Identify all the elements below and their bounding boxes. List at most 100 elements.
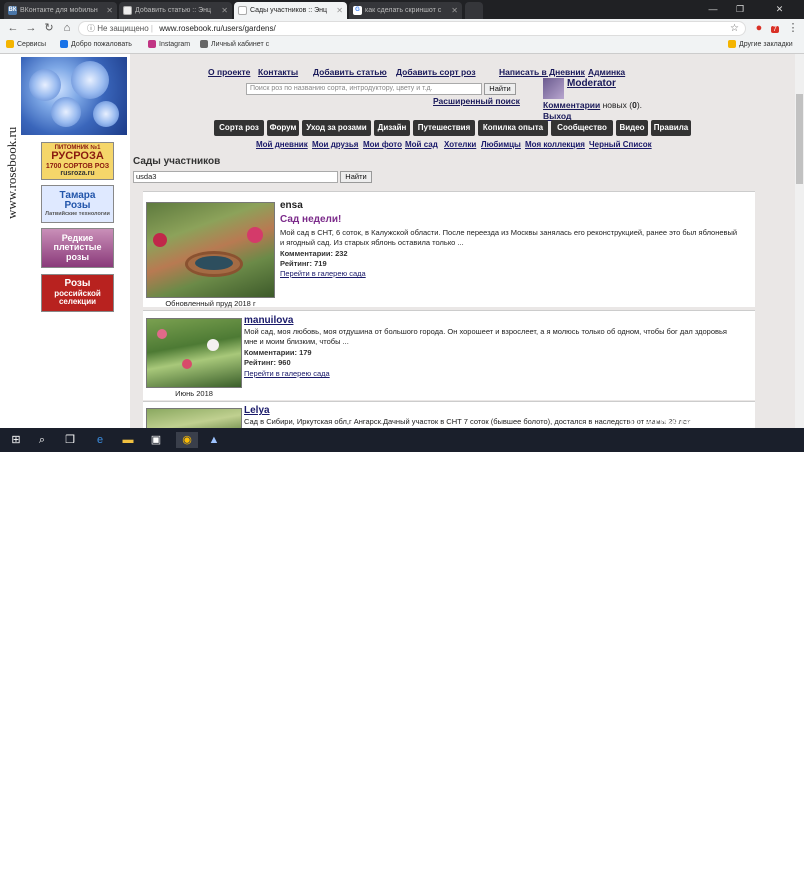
site-icon (60, 40, 68, 48)
sublink-wishes[interactable]: Хотелки (444, 140, 476, 149)
menu-video[interactable]: Видео (616, 120, 648, 136)
page-title: Сады участников (133, 156, 221, 167)
back-arrow-icon[interactable]: ← (6, 21, 20, 35)
tab-gardens[interactable]: Сады участников :: Энц ✕ (234, 2, 347, 19)
bookmark-other[interactable]: Другие закладки (728, 40, 793, 48)
advanced-search-link[interactable]: Расширенный поиск (433, 96, 520, 106)
gardener-name[interactable]: Lelya (244, 405, 270, 416)
task-view-icon[interactable]: ❒ (62, 432, 78, 448)
home-icon[interactable]: ⌂ (60, 21, 74, 35)
google-icon: G (353, 6, 362, 15)
gallery-link[interactable]: Перейти в галерею сада (280, 269, 366, 278)
url-text: www.rosebook.ru/users/gardens/ (159, 24, 276, 33)
close-window-icon[interactable]: ✕ (755, 0, 804, 19)
photo-caption: Обновленный пруд 2018 г (165, 299, 256, 308)
close-icon[interactable]: ✕ (336, 6, 343, 15)
menu-rose-varieties[interactable]: Сорта роз (214, 120, 264, 136)
vk-icon: ВК (8, 6, 17, 15)
link-add-rose[interactable]: Добавить сорт роз (396, 67, 476, 77)
sublink-favorites[interactable]: Любимцы (481, 140, 521, 149)
forward-arrow-icon[interactable]: → (24, 21, 38, 35)
menu-dots-icon[interactable]: ⋮ (786, 21, 800, 35)
link-about[interactable]: О проекте (208, 67, 250, 77)
menu-design[interactable]: Дизайн (374, 120, 410, 136)
explorer-icon[interactable]: ▬ (120, 432, 136, 448)
apps-icon (6, 40, 14, 48)
sublink-blacklist[interactable]: Черный Список (589, 140, 652, 149)
menu-forum[interactable]: Форум (267, 120, 299, 136)
ad-climbing-roses[interactable]: Редкие плетистые розы (41, 228, 114, 268)
site-icon (200, 40, 208, 48)
page-scrollbar[interactable] (795, 54, 804, 428)
search-icon[interactable]: ⌕ (34, 432, 50, 448)
reload-icon[interactable]: ↻ (42, 21, 56, 35)
extension-icon[interactable]: ● (752, 21, 766, 35)
comments-count: Комментарии: 232 (280, 249, 348, 258)
sublink-collection[interactable]: Моя коллекция (525, 140, 585, 149)
link-add-article[interactable]: Добавить статью (313, 67, 387, 77)
garden-entry: Обновленный пруд 2018 г ensa Сад недели!… (143, 191, 755, 308)
close-icon[interactable]: ✕ (106, 6, 113, 15)
sublink-diary[interactable]: Мой дневник (256, 140, 308, 149)
photos-icon[interactable]: ▲ (206, 432, 222, 448)
star-icon[interactable]: ☆ (730, 22, 739, 35)
brand-strip: www.rosebook.ru (0, 54, 20, 428)
gallery-link[interactable]: Перейти в галерею сада (244, 369, 330, 378)
filter-button[interactable]: Найти (340, 171, 372, 183)
bookmark-cabinet[interactable]: Личный кабинет с (200, 40, 269, 48)
avatar[interactable] (543, 78, 564, 99)
garden-of-week-badge: Сад недели! (280, 214, 342, 225)
garden-description: Мой сад, моя любовь, моя отдушина от бол… (244, 327, 727, 346)
sublink-friends[interactable]: Мои друзья (312, 140, 358, 149)
username-link[interactable]: Moderator (567, 78, 616, 89)
page-icon (123, 6, 132, 15)
bookmark-instagram[interactable]: Instagram (148, 40, 190, 48)
tab-google[interactable]: G как сделать скриншот с ✕ (349, 2, 462, 19)
menu-experience[interactable]: Копилка опыта (478, 120, 548, 136)
ad-russian-selection[interactable]: Розы российской селекции (41, 274, 114, 312)
clock[interactable]: 21:27 19.09.2018 (746, 858, 781, 876)
garden-description: Мой сад в СНТ, 6 соток, в Калужской обла… (280, 228, 738, 247)
bookmark-welcome[interactable]: Добро пожаловать (60, 40, 132, 48)
chrome-icon[interactable]: ◉ (176, 432, 198, 448)
search-button[interactable]: Найти (484, 83, 516, 95)
gardener-name[interactable]: manuilova (244, 315, 293, 326)
minimize-icon[interactable]: — (700, 0, 726, 19)
tab-label: Сады участников :: Энц (250, 7, 328, 14)
link-write-diary[interactable]: Написать в Дневник (499, 67, 585, 77)
close-icon[interactable]: ✕ (221, 6, 228, 15)
link-admin[interactable]: Админка (588, 67, 625, 77)
bookmark-services[interactable]: Сервисы (6, 40, 46, 48)
windows-start-icon[interactable]: ⊞ (8, 432, 24, 448)
link-contacts[interactable]: Контакты (258, 67, 298, 77)
site-logo[interactable] (21, 57, 127, 135)
system-tray[interactable]: ENG РУС (682, 862, 718, 871)
insecure-label: Не защищено (97, 24, 149, 33)
garden-filter-input[interactable]: usda3 (133, 171, 338, 183)
menu-rose-care[interactable]: Уход за розами (302, 120, 371, 136)
sublink-garden[interactable]: Мой сад (405, 140, 438, 149)
scrollbar-thumb[interactable] (796, 94, 803, 184)
tab-vk[interactable]: ВК ВКонтакте для мобильн ✕ (4, 2, 117, 19)
tab-add-article[interactable]: Добавить статью :: Энц ✕ (119, 2, 232, 19)
garden-photo[interactable] (146, 318, 242, 388)
ad-tamara[interactable]: Тамара Розы Латвийские технологии (41, 185, 114, 223)
garden-photo[interactable] (146, 202, 275, 298)
main-content: О проекте Контакты Добавить статью Добав… (130, 54, 795, 428)
edge-icon[interactable]: e (92, 432, 108, 448)
watermark: © RoseBook.ru (628, 414, 737, 431)
menu-community[interactable]: Сообщество (551, 120, 613, 136)
menu-rules[interactable]: Правила (651, 120, 691, 136)
address-bar[interactable]: ⓘ Не защищено | www.rosebook.ru/users/ga… (78, 21, 746, 36)
restore-icon[interactable]: ❐ (727, 0, 753, 19)
rose-search-input[interactable]: Поиск роз по названию сорта, интродуктор… (246, 83, 482, 95)
comments-link[interactable]: Комментарии (543, 100, 600, 110)
store-icon[interactable]: ▣ (148, 432, 164, 448)
new-tab-button[interactable] (465, 2, 483, 19)
garden-photo[interactable] (146, 408, 242, 428)
extension-badge[interactable]: 7 (768, 21, 782, 35)
menu-travel[interactable]: Путешествия (413, 120, 475, 136)
sublink-photos[interactable]: Мои фото (363, 140, 402, 149)
ad-rusroza[interactable]: ПИТОМНИК №1 РУСРОЗА 1700 СОРТОВ РОЗ rusr… (41, 142, 114, 180)
close-icon[interactable]: ✕ (451, 6, 458, 15)
